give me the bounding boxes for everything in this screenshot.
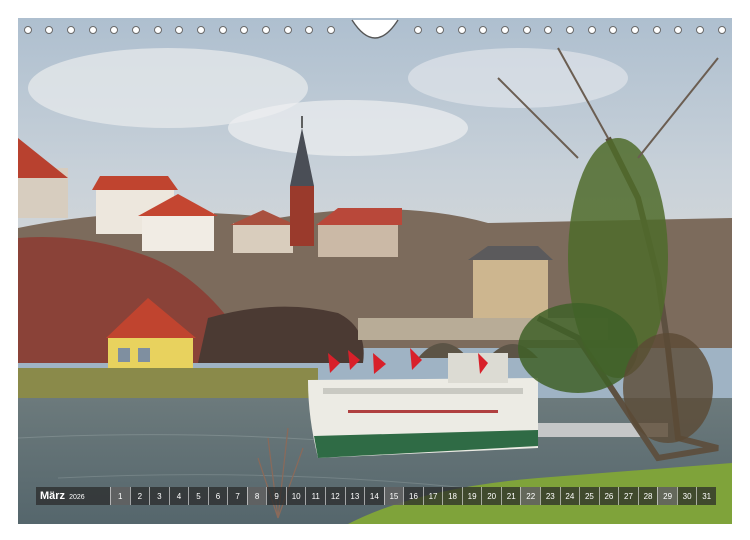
month-label: März 2026 — [36, 490, 110, 502]
day-cell: 4 — [168, 487, 189, 505]
day-cell: 26 — [598, 487, 619, 505]
day-cell: 1 — [110, 487, 130, 505]
day-cell: 11 — [305, 487, 325, 505]
calendar-strip: März 2026 1 2 3 4 5 6 7 8 9 10 11 12 13 14 15 16 17 18 19 2… — [36, 487, 716, 505]
day-cell: 10 — [285, 487, 306, 505]
day-cell: 31 — [696, 487, 716, 505]
day-cell: 18 — [442, 487, 462, 505]
day-cell: 27 — [618, 487, 638, 505]
cloud — [228, 100, 468, 156]
day-cell: 16 — [403, 487, 423, 505]
day-cell: 24 — [559, 487, 580, 505]
calendar-photo — [18, 18, 732, 524]
day-cell: 12 — [325, 487, 345, 505]
photo-scene — [18, 18, 732, 524]
day-cell: 2 — [129, 487, 150, 505]
day-cell: 29 — [657, 487, 677, 505]
day-cell: 17 — [422, 487, 443, 505]
day-cell: 8 — [246, 487, 267, 505]
day-cell: 14 — [364, 487, 384, 505]
day-cell: 6 — [207, 487, 228, 505]
day-cell: 30 — [676, 487, 697, 505]
day-cell: 7 — [227, 487, 247, 505]
day-cell: 3 — [149, 487, 169, 505]
day-cell: 28 — [637, 487, 658, 505]
day-cell: 22 — [520, 487, 541, 505]
day-cell: 15 — [383, 487, 404, 505]
day-cells: 1 2 3 4 5 6 7 8 9 10 11 12 13 14 15 16 17 18 19 20 21 22 23 24 2… — [110, 487, 716, 505]
year-label: 2026 — [69, 494, 85, 501]
day-cell: 13 — [344, 487, 365, 505]
day-cell: 19 — [461, 487, 482, 505]
day-cell: 5 — [188, 487, 208, 505]
day-cell: 23 — [540, 487, 560, 505]
half-timbered-house — [473, 258, 548, 318]
month-name: März — [40, 490, 66, 502]
rock-cliff-dark — [198, 306, 364, 363]
day-cell: 21 — [500, 487, 521, 505]
day-cell: 25 — [579, 487, 599, 505]
passenger-ship — [308, 353, 538, 458]
calendar-page: März 2026 1 2 3 4 5 6 7 8 9 10 11 12 13 14 15 16 17 18 19 2… — [0, 0, 750, 540]
day-cell: 9 — [266, 487, 286, 505]
day-cell: 20 — [481, 487, 501, 505]
